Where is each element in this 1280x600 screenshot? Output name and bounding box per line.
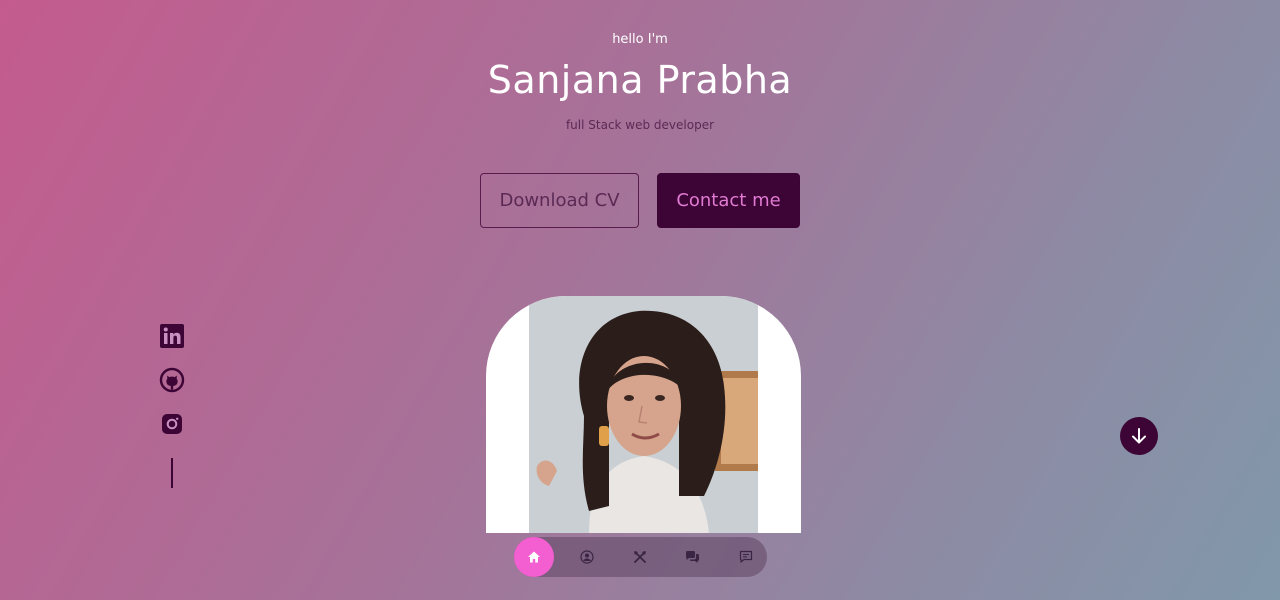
instagram-icon[interactable] bbox=[158, 410, 186, 438]
linkedin-icon[interactable] bbox=[158, 322, 186, 350]
profile-photo bbox=[529, 296, 758, 533]
profile-photo-frame bbox=[486, 296, 801, 533]
nav-contact[interactable] bbox=[726, 537, 766, 577]
nav-about[interactable] bbox=[567, 537, 607, 577]
hero-greeting: hello I'm bbox=[612, 32, 668, 47]
chat-icon bbox=[685, 551, 699, 563]
user-icon bbox=[580, 550, 594, 564]
download-cv-button[interactable]: Download CV bbox=[480, 173, 639, 228]
nav-home[interactable] bbox=[514, 537, 554, 577]
message-icon bbox=[739, 550, 753, 563]
nav-skills[interactable] bbox=[620, 537, 660, 577]
github-icon[interactable] bbox=[158, 366, 186, 394]
tools-icon bbox=[634, 551, 646, 563]
social-divider-line bbox=[171, 458, 173, 488]
social-links bbox=[158, 322, 186, 454]
contact-me-button[interactable]: Contact me bbox=[657, 173, 800, 228]
home-icon bbox=[528, 551, 540, 563]
hero-name: Sanjana Prabha bbox=[487, 58, 793, 102]
arrow-down-icon bbox=[1132, 428, 1146, 444]
scroll-down-button[interactable] bbox=[1120, 417, 1158, 455]
nav-testimonials[interactable] bbox=[672, 537, 712, 577]
bottom-nav bbox=[514, 537, 767, 577]
hero-subtitle: full Stack web developer bbox=[565, 118, 715, 132]
